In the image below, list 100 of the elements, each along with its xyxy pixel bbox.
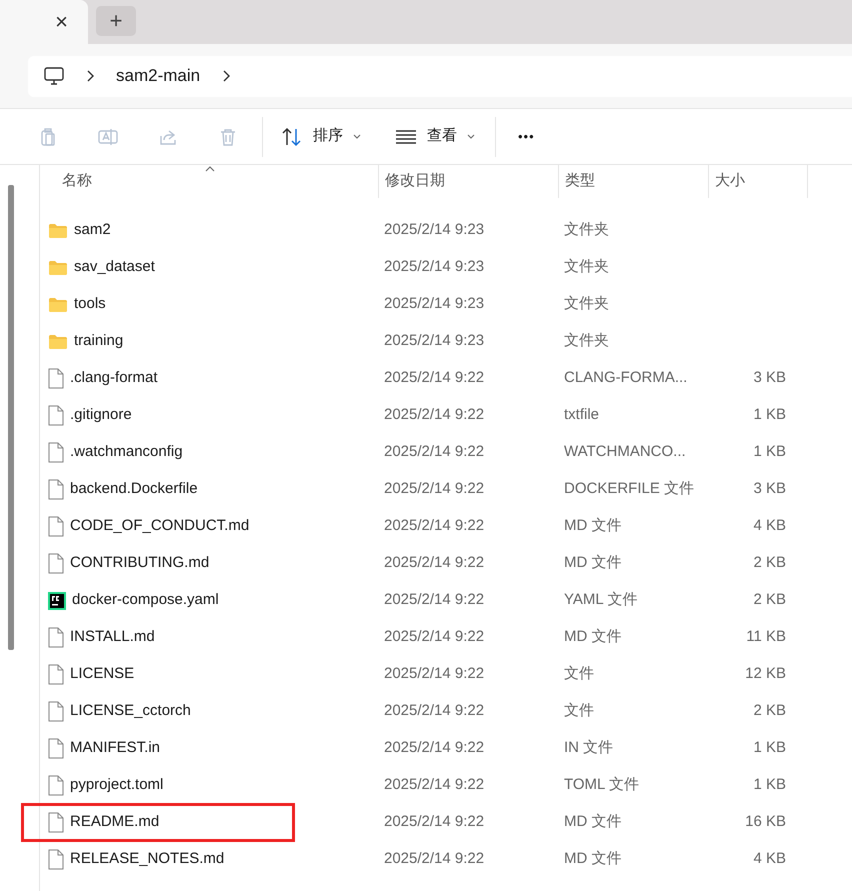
file-name[interactable]: .clang-format bbox=[48, 362, 292, 395]
list-icon bbox=[395, 130, 417, 144]
file-name[interactable]: INSTALL.md bbox=[48, 621, 292, 654]
date-cell-text: 2025/2/14 9:22 bbox=[383, 516, 486, 536]
column-header[interactable]: 修改日期 bbox=[378, 165, 558, 198]
type-cell-text: 文件 bbox=[563, 701, 595, 722]
file-icon bbox=[48, 664, 64, 685]
file-name[interactable]: pyproject.toml bbox=[48, 769, 292, 802]
type-cell-text: DOCKERFILE 文件 bbox=[563, 479, 694, 500]
file-name[interactable]: sam2 bbox=[48, 214, 292, 247]
date-cell-text: 2025/2/14 9:22 bbox=[383, 553, 486, 574]
type-cell-text: txtfile bbox=[563, 405, 600, 426]
file-name[interactable]: sav_dataset bbox=[48, 251, 292, 284]
size-cell-text: 2 KB bbox=[752, 590, 787, 610]
size-cell-text: 11 KB bbox=[745, 627, 787, 648]
file-icon bbox=[48, 775, 64, 796]
file-icon bbox=[48, 701, 64, 722]
size-cell-text: 1 KB bbox=[752, 405, 787, 426]
folder-icon bbox=[48, 296, 68, 312]
file-icon bbox=[48, 627, 64, 648]
file-name[interactable]: backend.Dockerfile bbox=[48, 473, 292, 506]
type-cell-text: 文件夹 bbox=[563, 220, 610, 240]
browser-tab[interactable]: × bbox=[0, 0, 88, 44]
file-name[interactable]: README.md bbox=[24, 806, 292, 839]
file-name[interactable]: MANIFEST.in bbox=[48, 732, 292, 765]
file-icon bbox=[48, 553, 64, 574]
file-name[interactable]: LICENSE bbox=[48, 658, 292, 691]
size-cell-text: 1 KB bbox=[752, 775, 787, 796]
caret-icon bbox=[353, 134, 361, 139]
date-cell-text: 2025/2/14 9:22 bbox=[383, 701, 486, 722]
file-icon bbox=[48, 405, 64, 426]
size-cell-text: 2 KB bbox=[752, 701, 787, 722]
date-cell-text: 2025/2/14 9:23 bbox=[383, 257, 486, 278]
size-cell-text: 16 KB bbox=[744, 812, 787, 832]
type-cell-text: MD 文件 bbox=[563, 553, 622, 574]
date-cell-text: 2025/2/14 9:23 bbox=[383, 294, 486, 314]
type-cell-text: 文件夹 bbox=[563, 294, 610, 314]
file-icon bbox=[48, 516, 64, 537]
size-cell-text: 1 KB bbox=[752, 442, 787, 462]
caret-icon bbox=[467, 134, 475, 139]
scrollbar-thumb[interactable] bbox=[8, 185, 14, 650]
file-icon bbox=[48, 442, 64, 463]
size-cell-text: 3 KB bbox=[752, 479, 787, 500]
file-name[interactable]: .watchmanconfig bbox=[48, 436, 292, 469]
file-icon bbox=[48, 368, 64, 389]
size-cell-text: 12 KB bbox=[744, 664, 787, 684]
folder-icon bbox=[48, 334, 68, 350]
file-icon bbox=[48, 849, 64, 870]
address-bar[interactable]: sam2-main bbox=[28, 56, 852, 96]
type-cell-text: MD 文件 bbox=[563, 812, 622, 832]
type-cell-text: 文件夹 bbox=[563, 257, 610, 278]
file-name[interactable]: LICENSE_cctorch bbox=[48, 695, 292, 728]
file-name[interactable]: CODE_OF_CONDUCT.md bbox=[48, 510, 292, 543]
type-cell-text: IN 文件 bbox=[563, 738, 614, 758]
chevron-icon bbox=[222, 70, 230, 82]
sort-button[interactable]: 排序 bbox=[273, 120, 369, 154]
date-cell-text: 2025/2/14 9:22 bbox=[383, 775, 486, 796]
folder-icon bbox=[48, 222, 68, 238]
file-icon bbox=[48, 479, 64, 500]
sort-icon bbox=[281, 126, 303, 146]
type-cell-text: MD 文件 bbox=[563, 516, 622, 536]
chevron-icon bbox=[86, 70, 94, 82]
breadcrumb-item[interactable]: sam2-main bbox=[116, 63, 200, 89]
computer-icon bbox=[44, 67, 64, 85]
column-header[interactable]: 大小 bbox=[708, 165, 808, 198]
file-icon bbox=[48, 812, 64, 833]
size-cell-text: 2 KB bbox=[752, 553, 787, 574]
column-header[interactable]: 名称 bbox=[62, 165, 378, 198]
date-cell-text: 2025/2/14 9:22 bbox=[383, 368, 486, 388]
close-icon[interactable]: × bbox=[55, 11, 68, 33]
file-name[interactable]: training bbox=[48, 325, 292, 358]
date-cell-text: 2025/2/14 9:22 bbox=[383, 590, 486, 610]
file-icon bbox=[48, 738, 64, 759]
date-cell-text: 2025/2/14 9:22 bbox=[383, 442, 486, 462]
column-header[interactable]: 类型 bbox=[558, 165, 708, 198]
date-cell-text: 2025/2/14 9:22 bbox=[383, 812, 486, 832]
type-cell-text: CLANG-FORMA... bbox=[563, 368, 688, 388]
folder-icon bbox=[48, 260, 68, 276]
file-name[interactable]: CONTRIBUTING.md bbox=[48, 547, 292, 580]
file-name[interactable]: .gitignore bbox=[48, 399, 292, 432]
new-tab-button[interactable]: + bbox=[96, 6, 136, 36]
type-cell-text: YAML 文件 bbox=[563, 590, 638, 610]
date-cell-text: 2025/2/14 9:22 bbox=[383, 738, 486, 758]
date-cell-text: 2025/2/14 9:22 bbox=[383, 405, 486, 426]
type-cell-text: MD 文件 bbox=[563, 627, 622, 648]
date-cell-text: 2025/2/14 9:22 bbox=[383, 664, 486, 684]
date-cell-text: 2025/2/14 9:22 bbox=[383, 849, 486, 870]
file-name[interactable]: RELEASE_NOTES.md bbox=[48, 843, 292, 876]
type-cell-text: MD 文件 bbox=[563, 849, 622, 870]
size-cell-text: 3 KB bbox=[752, 368, 787, 388]
size-cell-text: 4 KB bbox=[752, 849, 787, 870]
size-cell-text: 4 KB bbox=[752, 516, 787, 536]
type-cell-text: TOML 文件 bbox=[563, 775, 640, 796]
date-cell-text: 2025/2/14 9:23 bbox=[383, 220, 486, 240]
file-name[interactable]: tools bbox=[48, 288, 292, 321]
date-cell-text: 2025/2/14 9:23 bbox=[383, 331, 486, 352]
type-cell-text: 文件 bbox=[563, 664, 595, 684]
view-button[interactable]: 查看 bbox=[387, 120, 483, 154]
more-button[interactable]: ••• bbox=[514, 120, 539, 154]
file-name[interactable]: docker-compose.yaml bbox=[48, 584, 292, 617]
